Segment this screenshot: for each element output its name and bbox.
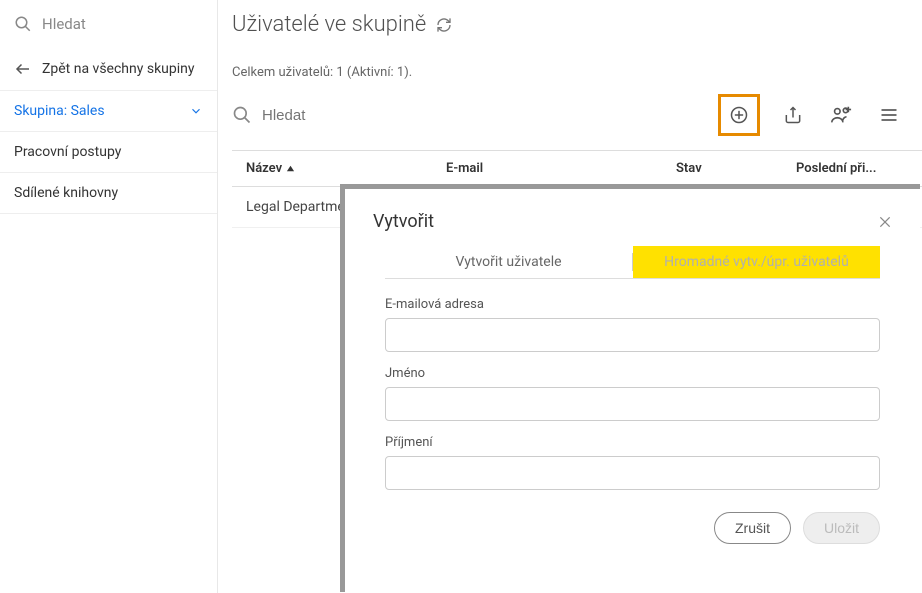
group-label: Skupina: Sales [14,103,105,119]
search-icon [232,105,252,125]
back-to-groups[interactable]: Zpět na všechny skupiny [0,48,217,91]
modal-title: Vytvořit [373,211,434,232]
table-header: Název E-mail Stav Poslední při... [232,150,922,187]
first-name-field[interactable] [385,387,880,421]
toolbar [232,90,922,150]
sort-asc-icon [286,164,295,173]
add-user-highlight [718,94,760,136]
column-header-email[interactable]: E-mail [446,161,676,176]
save-button[interactable]: Uložit [803,512,880,544]
export-button[interactable] [778,100,808,130]
last-name-label: Příjmení [385,435,880,450]
column-header-name[interactable]: Název [246,161,446,176]
toolbar-search[interactable] [232,105,714,125]
user-count-summary: Celkem uživatelů: 1 (Aktivní: 1). [232,65,922,80]
modal-header: Vytvořit [345,189,920,246]
chevron-down-icon [189,104,203,118]
sidebar-search[interactable]: Hledat [0,0,217,48]
sidebar-item-shared-libraries[interactable]: Sdílené knihovny [0,173,217,214]
arrow-left-icon [14,60,32,78]
refresh-icon[interactable] [436,17,452,33]
add-user-button[interactable] [724,100,754,130]
create-user-modal: Vytvořit Vytvořit uživatele Hromadné vyt… [340,184,920,592]
sidebar-item-label: Pracovní postupy [14,144,121,160]
tab-bulk-create[interactable]: Hromadné vytv./úpr. uživatelů [633,246,880,278]
column-header-last-login[interactable]: Poslední při... [796,161,922,176]
sidebar-item-group[interactable]: Skupina: Sales [0,91,217,132]
column-header-status[interactable]: Stav [676,161,796,176]
sidebar: Hledat Zpět na všechny skupiny Skupina: … [0,0,218,593]
sidebar-item-label: Sdílené knihovny [14,185,118,201]
page-title: Uživatelé ve skupině [232,12,922,37]
sidebar-item-workflows[interactable]: Pracovní postupy [0,132,217,173]
group-admins-button[interactable] [826,100,856,130]
toolbar-actions [718,94,922,136]
search-input[interactable] [262,107,462,124]
modal-tabs: Vytvořit uživatele Hromadné vytv./úpr. u… [385,246,880,279]
cancel-button[interactable]: Zrušit [714,512,791,544]
first-name-label: Jméno [385,366,880,381]
modal-footer: Zrušit Uložit [345,504,920,544]
search-icon [14,15,32,33]
sidebar-search-placeholder: Hledat [42,15,86,33]
email-label: E-mailová adresa [385,297,880,312]
close-icon[interactable] [878,215,892,229]
menu-button[interactable] [874,100,904,130]
back-label: Zpět na všechny skupiny [42,61,195,77]
last-name-field[interactable] [385,456,880,490]
modal-body: E-mailová adresa Jméno Příjmení [345,279,920,490]
tab-create-user[interactable]: Vytvořit uživatele [385,246,632,278]
email-field[interactable] [385,318,880,352]
